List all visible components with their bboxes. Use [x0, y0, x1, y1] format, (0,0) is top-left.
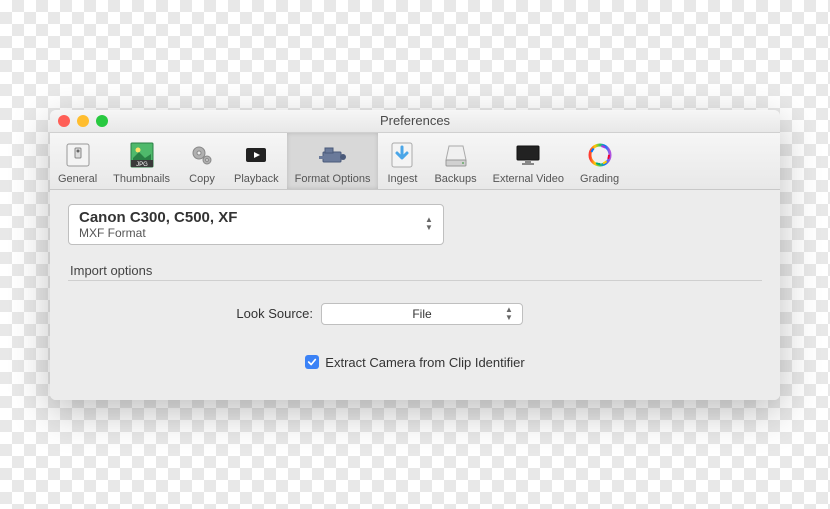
- drive-icon: [440, 139, 472, 171]
- switch-icon: [62, 139, 94, 171]
- tab-label: External Video: [493, 173, 564, 185]
- tab-label: Grading: [580, 173, 619, 185]
- format-title: Canon C300, C500, XF: [79, 209, 419, 226]
- toolbar: General JPG Thumbnails Copy Playback For…: [50, 133, 780, 190]
- tab-general[interactable]: General: [50, 133, 105, 189]
- color-wheel-icon: [584, 139, 616, 171]
- tab-label: Format Options: [295, 173, 371, 185]
- extract-checkbox[interactable]: [305, 355, 319, 369]
- tab-label: Ingest: [386, 173, 418, 185]
- tab-ingest[interactable]: Ingest: [378, 133, 426, 189]
- tab-label: Copy: [186, 173, 218, 185]
- content-pane: Canon C300, C500, XF MXF Format ▲▼ Impor…: [50, 190, 780, 400]
- tab-external-video[interactable]: External Video: [485, 133, 572, 189]
- gears-icon: [186, 139, 218, 171]
- minimize-button[interactable]: [77, 115, 89, 127]
- look-source-label: Look Source:: [68, 306, 321, 321]
- tab-copy[interactable]: Copy: [178, 133, 226, 189]
- look-source-value: File: [412, 307, 431, 321]
- extract-row: Extract Camera from Clip Identifier: [68, 355, 762, 370]
- tab-label: Backups: [434, 173, 476, 185]
- tab-grading[interactable]: Grading: [572, 133, 627, 189]
- format-select[interactable]: Canon C300, C500, XF MXF Format ▲▼: [68, 204, 444, 245]
- zoom-button[interactable]: [96, 115, 108, 127]
- svg-text:JPG: JPG: [136, 162, 148, 168]
- monitor-icon: [512, 139, 544, 171]
- look-source-select[interactable]: File ▲▼: [321, 303, 523, 325]
- tab-label: General: [58, 173, 97, 185]
- import-options-group: Look Source: File ▲▼ Extract Camera from…: [68, 280, 762, 370]
- window-title: Preferences: [380, 113, 450, 128]
- tab-format-options[interactable]: Format Options: [287, 133, 379, 189]
- play-icon: [240, 139, 272, 171]
- titlebar: Preferences: [50, 110, 780, 133]
- tab-thumbnails[interactable]: JPG Thumbnails: [105, 133, 178, 189]
- tab-backups[interactable]: Backups: [426, 133, 484, 189]
- download-icon: [386, 139, 418, 171]
- close-button[interactable]: [58, 115, 70, 127]
- tab-label: Thumbnails: [113, 173, 170, 185]
- camera-icon: [317, 139, 349, 171]
- tab-label: Playback: [234, 173, 279, 185]
- extract-label: Extract Camera from Clip Identifier: [325, 355, 524, 370]
- format-subtitle: MXF Format: [79, 226, 419, 240]
- jpg-icon: JPG: [126, 139, 158, 171]
- tab-playback[interactable]: Playback: [226, 133, 287, 189]
- traffic-lights: [58, 115, 108, 127]
- stepper-icon: ▲▼: [502, 303, 516, 325]
- look-source-row: Look Source: File ▲▼: [68, 303, 762, 325]
- stepper-icon: ▲▼: [425, 213, 439, 235]
- preferences-window: Preferences General JPG Thumbnails Copy …: [50, 110, 780, 400]
- import-options-label: Import options: [68, 263, 762, 278]
